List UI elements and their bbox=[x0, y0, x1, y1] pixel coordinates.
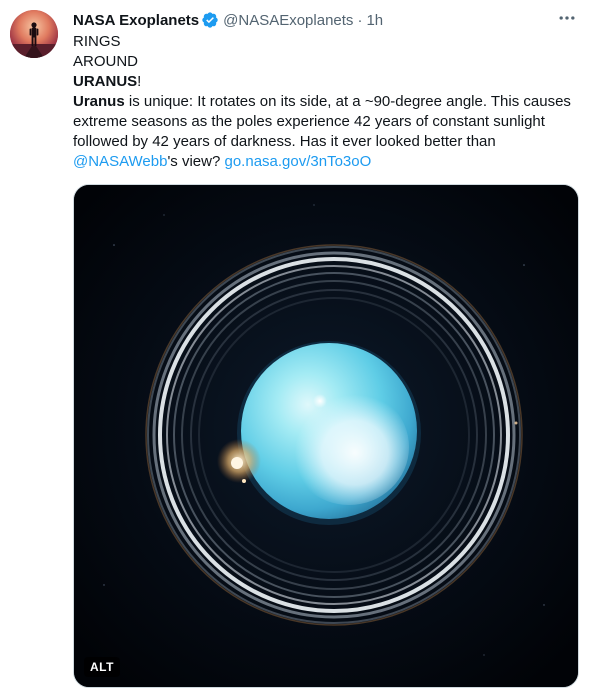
tweet-line-rings: RINGS bbox=[73, 33, 121, 50]
handle[interactable]: @NASAExoplanets bbox=[223, 12, 353, 29]
body-text-part2: 's view? bbox=[167, 153, 225, 170]
mention-link[interactable]: @NASAWebb bbox=[73, 153, 167, 170]
avatar[interactable] bbox=[10, 10, 58, 58]
uranus-heading: URANUS bbox=[73, 73, 138, 90]
tweet-line-uranus: URANUS! bbox=[73, 72, 573, 92]
more-options-icon[interactable] bbox=[555, 8, 579, 28]
body-text-part1: is unique: It rotates on its side, at a … bbox=[73, 93, 571, 150]
tweet-line-around: AROUND bbox=[73, 53, 139, 70]
timestamp[interactable]: 1h bbox=[366, 12, 383, 29]
separator-dot: · bbox=[357, 11, 363, 29]
tweet-body: Uranus is unique: It rotates on its side… bbox=[73, 92, 573, 172]
tweet-text: RINGS AROUND URANUS! Uranus is unique: I… bbox=[73, 32, 573, 172]
verified-badge-icon bbox=[201, 11, 219, 29]
tweet[interactable]: NASA Exoplanets @NASAExoplanets · 1h RIN… bbox=[0, 0, 589, 696]
tweet-media[interactable]: ALT bbox=[73, 184, 579, 688]
uranus-exclaim: ! bbox=[137, 73, 142, 90]
alt-badge[interactable]: ALT bbox=[84, 657, 120, 677]
avatar-image bbox=[10, 10, 58, 58]
url-link[interactable]: go.nasa.gov/3nTo3oO bbox=[225, 153, 372, 170]
uranus-image bbox=[74, 185, 578, 687]
tweet-header: NASA Exoplanets @NASAExoplanets · 1h bbox=[73, 10, 383, 30]
display-name[interactable]: NASA Exoplanets bbox=[73, 12, 199, 29]
body-bold-word: Uranus bbox=[73, 93, 125, 110]
